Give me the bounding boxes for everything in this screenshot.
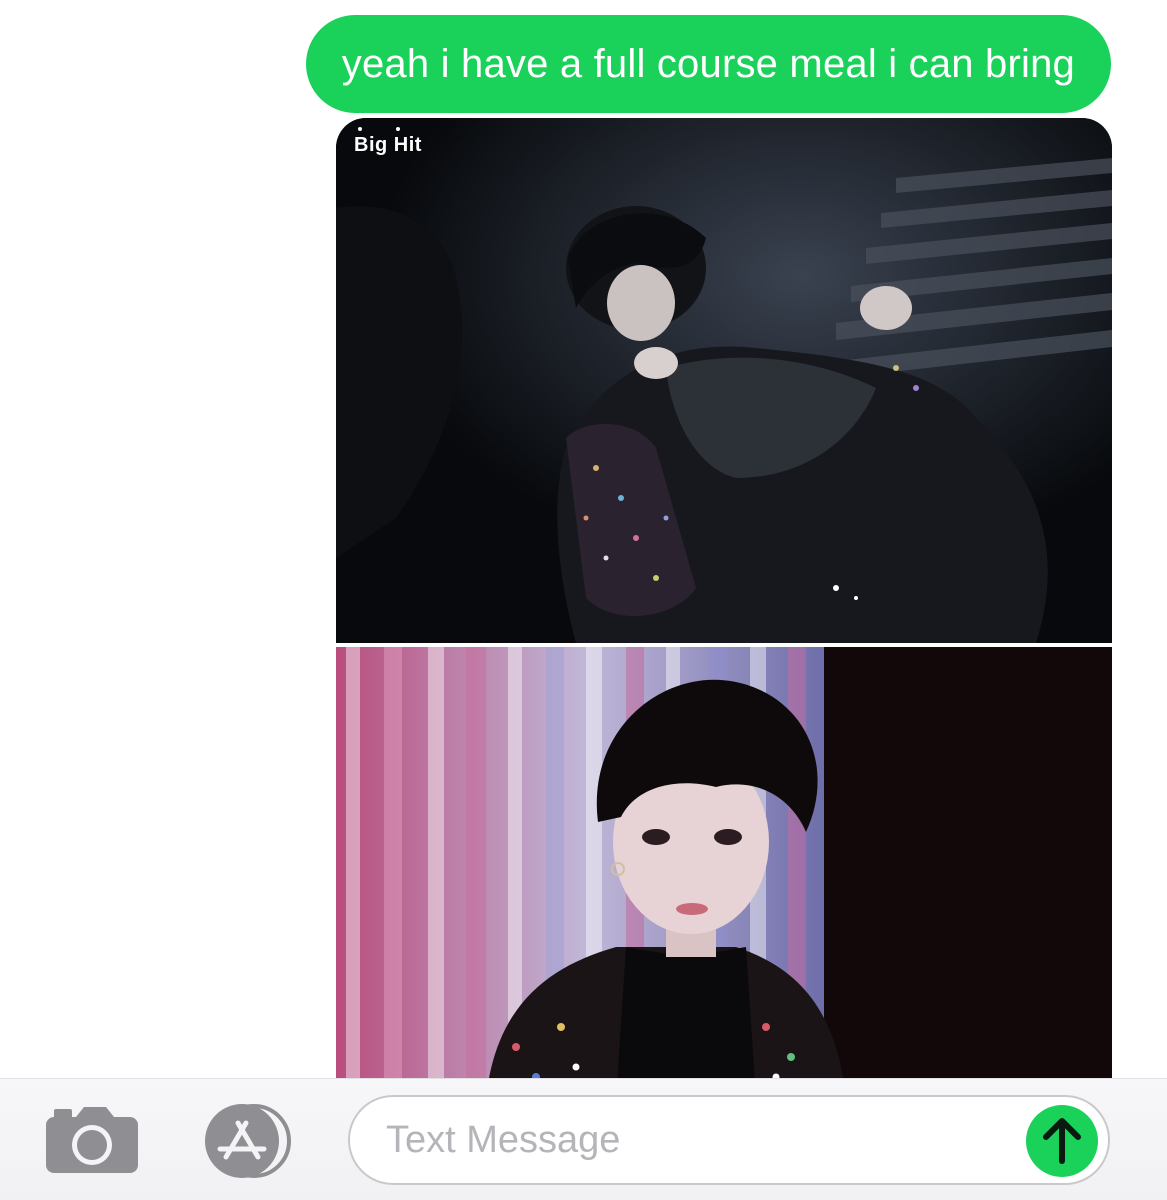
send-arrow-up-icon (1043, 1118, 1081, 1164)
photo-watermark-text: Big Hit (354, 134, 422, 156)
app-store-icon (205, 1104, 291, 1178)
photo-watermark: Big Hit (354, 127, 422, 157)
photo-1-image (336, 118, 1112, 643)
message-input-bar (0, 1078, 1167, 1200)
app-store-button[interactable] (196, 1103, 300, 1179)
photo-attachment-1[interactable]: Big Hit (336, 118, 1112, 643)
photo-attachment-2[interactable] (336, 647, 1112, 1078)
image-attachment-group[interactable]: Big Hit (336, 118, 1112, 1078)
outgoing-message-bubble[interactable]: yeah i have a full course meal i can bri… (305, 15, 1111, 113)
camera-button[interactable] (44, 1105, 140, 1175)
send-button[interactable] (1026, 1105, 1098, 1177)
camera-icon (46, 1107, 138, 1173)
message-input[interactable] (386, 1097, 1006, 1183)
conversation-thread[interactable]: yeah i have a full course meal i can bri… (0, 0, 1167, 1078)
message-text-field[interactable] (348, 1095, 1110, 1185)
photo-2-image (336, 647, 1112, 1078)
